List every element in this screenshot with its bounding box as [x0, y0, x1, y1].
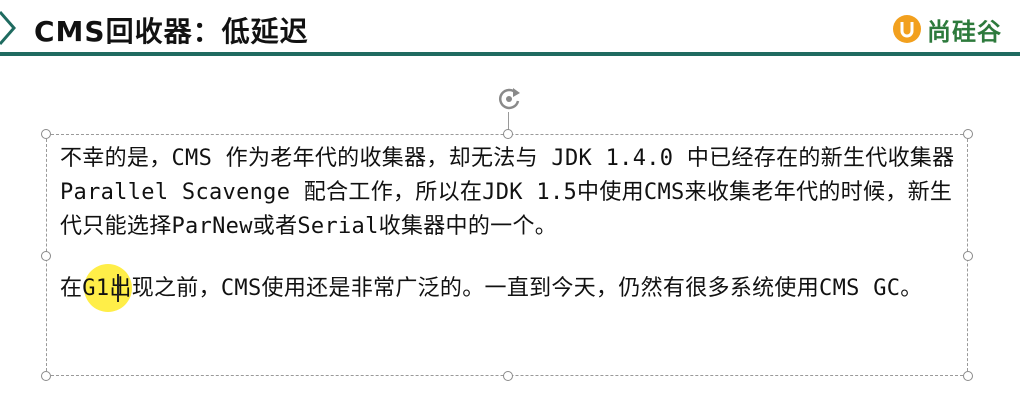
resize-handle-top-left[interactable] [41, 129, 51, 139]
resize-handle-left[interactable] [41, 251, 51, 261]
brand-name: 尚硅谷 [927, 17, 1002, 46]
paragraph-cms-compat[interactable]: 不幸的是，CMS 作为老年代的收集器，却无法与 JDK 1.4.0 中已经存在的… [60, 142, 960, 244]
resize-handle-top[interactable] [503, 129, 513, 139]
chevron-right-icon [0, 11, 16, 45]
paragraph-cms-usage[interactable]: 在G1出现之前，CMS使用还是非常广泛的。一直到今天，仍然有很多系统使用CMS … [60, 272, 960, 306]
header-divider [0, 52, 1020, 56]
u-logo-icon [893, 15, 921, 43]
resize-handle-right[interactable] [963, 251, 973, 261]
text-caret [117, 274, 119, 302]
resize-handle-bottom-right[interactable] [963, 371, 973, 381]
slide-header: CMS回收器：低延迟 尚硅谷 [0, 0, 1020, 54]
resize-handle-bottom[interactable] [503, 371, 513, 381]
resize-handle-bottom-left[interactable] [41, 371, 51, 381]
brand-logo: 尚硅谷 [893, 12, 1002, 46]
slide-title: CMS回收器：低延迟 [34, 15, 309, 48]
resize-handle-top-right[interactable] [963, 129, 973, 139]
rotate-handle-icon[interactable] [494, 84, 524, 114]
